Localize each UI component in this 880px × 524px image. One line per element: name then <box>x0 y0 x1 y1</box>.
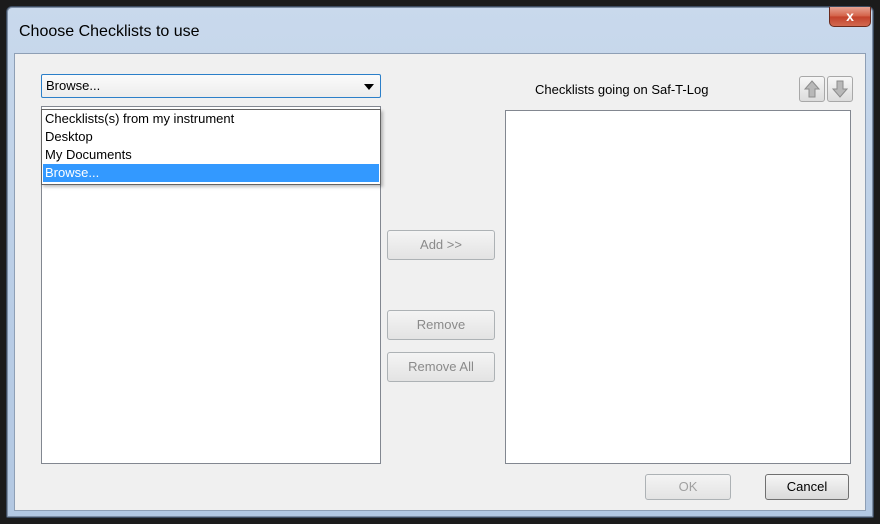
ok-button[interactable]: OK <box>645 474 731 500</box>
move-down-button[interactable] <box>827 76 853 102</box>
dialog-window: Choose Checklists to use x Browse... Che… <box>6 6 874 518</box>
arrow-down-icon <box>832 80 848 98</box>
close-button[interactable]: x <box>829 7 871 27</box>
dropdown-option-desktop[interactable]: Desktop <box>43 128 379 146</box>
cancel-button[interactable]: Cancel <box>765 474 849 500</box>
combobox-value: Browse... <box>46 78 101 93</box>
source-location-combobox[interactable]: Browse... <box>41 74 381 98</box>
dropdown-option-my-documents[interactable]: My Documents <box>43 146 379 164</box>
title-bar[interactable]: Choose Checklists to use x <box>7 7 873 53</box>
chevron-down-icon[interactable] <box>364 84 374 90</box>
dialog-client-area: Browse... Checklists(s) from my instrume… <box>14 53 866 511</box>
target-list-label: Checklists going on Saf-T-Log <box>535 82 709 97</box>
source-location-dropdown: Checklists(s) from my instrument Desktop… <box>41 109 381 185</box>
add-button[interactable]: Add >> <box>387 230 495 260</box>
dropdown-option-browse[interactable]: Browse... <box>43 164 379 182</box>
arrow-up-icon <box>804 80 820 98</box>
remove-all-button[interactable]: Remove All <box>387 352 495 382</box>
move-up-button[interactable] <box>799 76 825 102</box>
selected-checklists-list[interactable] <box>505 110 851 464</box>
dropdown-option-instrument[interactable]: Checklists(s) from my instrument <box>43 110 379 128</box>
remove-button[interactable]: Remove <box>387 310 495 340</box>
close-icon: x <box>846 8 854 24</box>
dialog-title: Choose Checklists to use <box>19 23 200 40</box>
